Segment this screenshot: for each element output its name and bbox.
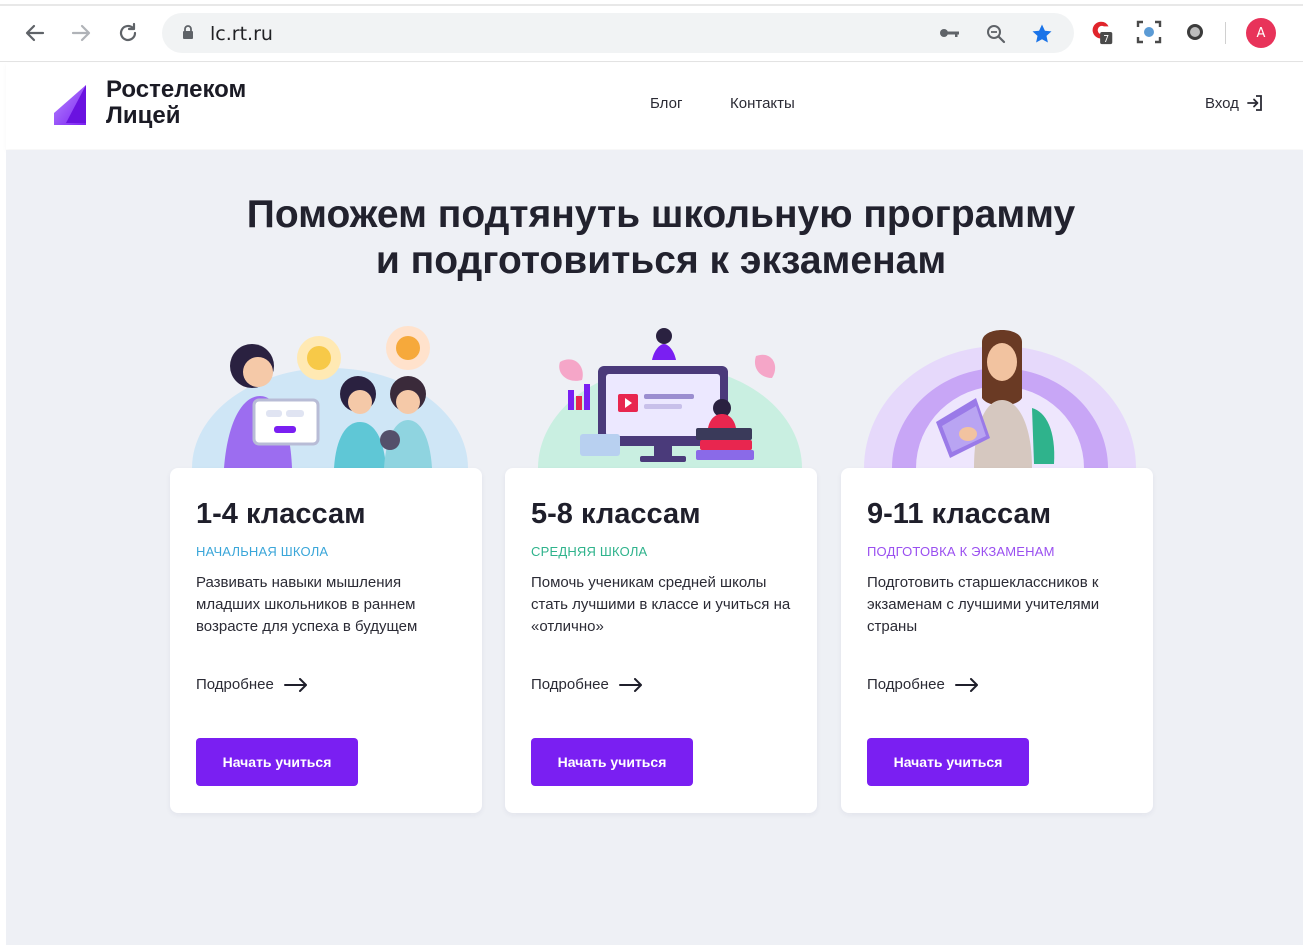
- card-tag: СРЕДНЯЯ ШКОЛА: [531, 544, 648, 559]
- login-icon: [1247, 95, 1262, 111]
- arrow-right-icon: [283, 677, 307, 692]
- profile-avatar[interactable]: A: [1246, 18, 1276, 48]
- more-link-label: Подробнее: [196, 676, 274, 693]
- logo-icon[interactable]: [52, 83, 88, 132]
- more-link-label: Подробнее: [531, 676, 609, 693]
- card-description: Подготовить старшеклассников к экзаменам…: [867, 574, 1100, 635]
- url-text[interactable]: lc.rt.ru: [210, 23, 273, 45]
- site-header: Ростелеком Лицей Блог Контакты Вход: [6, 63, 1303, 149]
- main-content: Поможем подтянуть школьную программу и п…: [6, 150, 1303, 945]
- more-link[interactable]: Подробнее: [867, 676, 979, 693]
- logo-line-2: Лицей: [106, 102, 181, 129]
- arrow-right-icon: [954, 677, 978, 692]
- arrow-right-icon: [618, 677, 642, 692]
- logo-text[interactable]: Ростелеком Лицей: [106, 77, 246, 129]
- login-label: Вход: [1205, 94, 1239, 112]
- illustration-exam-prep: [856, 322, 1156, 468]
- nav-link-blog[interactable]: Блог: [650, 95, 682, 112]
- nav-link-contacts[interactable]: Контакты: [730, 95, 795, 112]
- card-grades-5-8: 5-8 классам СРЕДНЯЯ ШКОЛА Помочь ученика…: [505, 468, 817, 813]
- circle-extension-icon[interactable]: [1181, 18, 1209, 46]
- card-title: 5-8 классам: [531, 498, 701, 530]
- browser-toolbar: lc.rt.ru 7 A: [0, 0, 1303, 62]
- reload-icon[interactable]: [113, 18, 143, 48]
- card-tag: ПОДГОТОВКА К ЭКЗАМЕНАМ: [867, 544, 1055, 559]
- extension-icon[interactable]: 7: [1088, 18, 1116, 46]
- more-link-label: Подробнее: [867, 676, 945, 693]
- back-arrow-icon[interactable]: [20, 18, 50, 48]
- hero-title-line-1: Поможем подтянуть школьную программу: [246, 193, 1076, 236]
- card-description: Помочь ученикам средней школы стать лучш…: [531, 574, 791, 635]
- tab-strip-edge: [0, 4, 1303, 6]
- screenshot-icon[interactable]: [1135, 18, 1163, 46]
- card-grades-9-11: 9-11 классам ПОДГОТОВКА К ЭКЗАМЕНАМ Подг…: [841, 468, 1153, 813]
- forward-arrow-icon[interactable]: [66, 18, 96, 48]
- star-icon[interactable]: [1031, 23, 1053, 50]
- card-grades-1-4: 1-4 классам НАЧАЛЬНАЯ ШКОЛА Развивать на…: [170, 468, 482, 813]
- start-learning-button[interactable]: Начать учиться: [531, 738, 693, 786]
- login-link[interactable]: Вход: [1205, 94, 1263, 112]
- card-title: 9-11 классам: [867, 498, 1052, 530]
- card-tag: НАЧАЛЬНАЯ ШКОЛА: [196, 544, 329, 559]
- hero-title-line-2: и подготовиться к экзаменам: [375, 239, 947, 282]
- lock-icon[interactable]: [182, 25, 194, 45]
- more-link[interactable]: Подробнее: [196, 676, 308, 693]
- hero-title: Поможем подтянуть школьную программу и п…: [6, 192, 1303, 284]
- key-icon[interactable]: [938, 23, 962, 48]
- card-title: 1-4 классам: [196, 498, 366, 530]
- logo-line-1: Ростелеком: [106, 76, 247, 103]
- start-learning-button[interactable]: Начать учиться: [196, 738, 358, 786]
- card-description: Развивать навыки мышления младших школьн…: [196, 574, 418, 635]
- zoom-icon[interactable]: [985, 23, 1007, 50]
- extension-badge: 7: [1103, 34, 1109, 45]
- illustration-primary-school: [184, 322, 484, 468]
- more-link[interactable]: Подробнее: [531, 676, 643, 693]
- start-learning-button[interactable]: Начать учиться: [867, 738, 1029, 786]
- toolbar-divider: [1225, 22, 1226, 44]
- illustration-middle-school: [520, 322, 820, 468]
- address-bar[interactable]: lc.rt.ru: [162, 13, 1074, 53]
